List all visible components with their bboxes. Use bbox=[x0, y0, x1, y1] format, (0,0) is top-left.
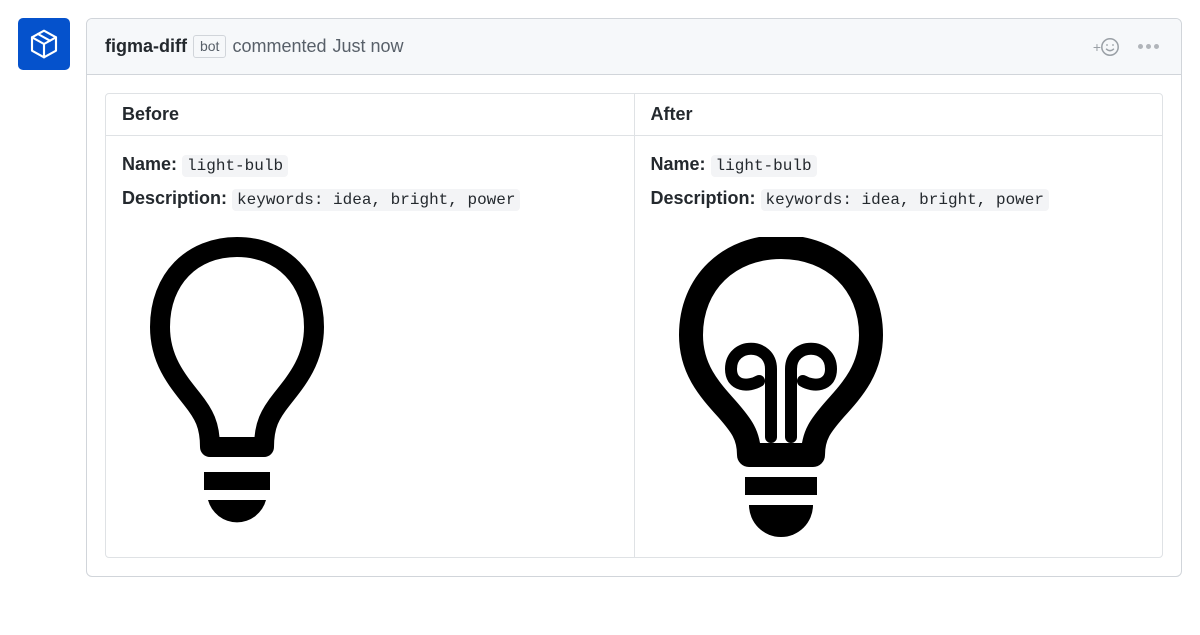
comment-timestamp[interactable]: Just now bbox=[333, 36, 404, 57]
bot-badge: bot bbox=[193, 35, 226, 59]
comment-container: figma-diff bot commented Just now + bbox=[86, 18, 1182, 577]
comment-author[interactable]: figma-diff bbox=[105, 36, 187, 57]
after-name-label: Name: bbox=[651, 154, 706, 174]
after-description-label: Description: bbox=[651, 188, 756, 208]
after-title: After bbox=[635, 94, 1163, 136]
comment-body: Before Name: light-bulb Description: key… bbox=[87, 75, 1181, 576]
after-name-value: light-bulb bbox=[711, 155, 817, 177]
before-name-label: Name: bbox=[122, 154, 177, 174]
diff-column-after: After Name: light-bulb Description: keyw… bbox=[635, 94, 1163, 557]
before-name-value: light-bulb bbox=[182, 155, 288, 177]
diff-column-before: Before Name: light-bulb Description: key… bbox=[106, 94, 635, 557]
after-preview bbox=[651, 237, 1147, 537]
light-bulb-after-icon bbox=[671, 237, 891, 537]
add-reaction-button[interactable]: + bbox=[1093, 37, 1120, 57]
before-preview bbox=[122, 237, 618, 537]
bot-avatar[interactable] bbox=[18, 18, 70, 70]
before-description-value: keywords: idea, bright, power bbox=[232, 189, 520, 211]
comment-header: figma-diff bot commented Just now + bbox=[87, 19, 1181, 75]
comment-actions-menu[interactable] bbox=[1134, 40, 1163, 53]
comment-verb: commented bbox=[232, 36, 326, 57]
light-bulb-before-icon bbox=[142, 237, 332, 537]
after-description-value: keywords: idea, bright, power bbox=[761, 189, 1049, 211]
before-description-label: Description: bbox=[122, 188, 227, 208]
smiley-icon bbox=[1100, 37, 1120, 57]
package-icon bbox=[28, 28, 60, 60]
diff-table: Before Name: light-bulb Description: key… bbox=[105, 93, 1163, 558]
before-title: Before bbox=[106, 94, 634, 136]
